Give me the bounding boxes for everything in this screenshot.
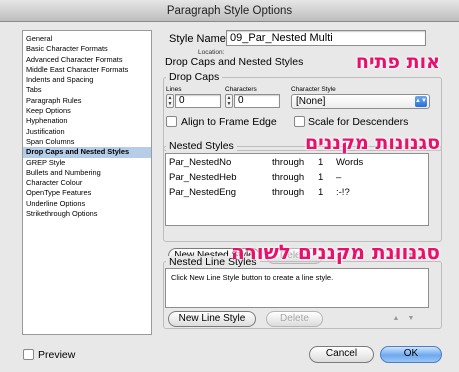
char-style-popup[interactable]: [None] ▲▼ xyxy=(291,94,430,109)
ok-button[interactable]: OK xyxy=(380,346,442,363)
sidebar-item[interactable]: Bullets and Numbering xyxy=(23,168,151,178)
sidebar-item[interactable]: Indents and Spacing xyxy=(23,75,151,85)
nested-through: through xyxy=(272,172,305,183)
sidebar-item[interactable]: Strikethrough Options xyxy=(23,209,151,219)
sidebar-item[interactable]: Hyphenation xyxy=(23,116,151,126)
nested-count: 1 xyxy=(318,157,324,168)
lines-input[interactable]: 0 xyxy=(175,94,221,108)
table-row[interactable]: Par_NestedEng through 1 :-!? xyxy=(166,186,428,199)
line-style-hint: Click New Line Style button to create a … xyxy=(171,273,334,282)
window-title: Paragraph Style Options xyxy=(166,4,293,17)
section-title: Drop Caps and Nested Styles xyxy=(165,56,304,68)
drop-caps-title: Drop Caps xyxy=(166,71,223,83)
nested-style-name: Par_NestedNo xyxy=(169,157,232,168)
style-name-label: Style Name: xyxy=(169,33,229,45)
style-name-input[interactable]: 09_Par_Nested Multi xyxy=(226,30,426,46)
sidebar-item[interactable]: Middle East Character Formats xyxy=(23,65,151,75)
sidebar-item[interactable]: Drop Caps and Nested Styles xyxy=(23,147,151,158)
scale-descenders-label: Scale for Descenders xyxy=(308,116,409,128)
new-line-style-button[interactable]: New Line Style xyxy=(168,311,256,327)
sidebar-item[interactable]: Character Colour xyxy=(23,178,151,188)
sidebar-item[interactable]: Keep Options xyxy=(23,106,151,116)
scale-descenders-checkbox[interactable] xyxy=(294,116,305,127)
nested-line-styles-table[interactable]: Click New Line Style button to create a … xyxy=(165,268,429,308)
nested-delimiter: – xyxy=(336,172,342,183)
line-move-down-icon[interactable]: ▼ xyxy=(405,313,417,324)
nested-delimiter: :-!? xyxy=(336,187,350,198)
nested-style-name: Par_NestedHeb xyxy=(169,172,237,183)
nested-styles-table[interactable]: Par_NestedNo through 1 Words Par_NestedHeb t… xyxy=(165,153,429,226)
char-style-value: [None] xyxy=(296,96,326,107)
lines-stepper-icon[interactable]: ▲ ▼ xyxy=(166,94,174,108)
nested-through: through xyxy=(272,157,305,168)
popup-arrows-icon: ▲▼ xyxy=(415,96,427,107)
characters-input[interactable]: 0 xyxy=(234,94,280,108)
preview-checkbox[interactable] xyxy=(23,349,34,360)
characters-stepper-icon[interactable]: ▲ ▼ xyxy=(225,94,233,108)
sidebar-item[interactable]: OpenType Features xyxy=(23,188,151,198)
line-styles-annotation: סגנוונת מקננים לשורה xyxy=(230,240,440,264)
nested-style-name: Par_NestedEng xyxy=(169,187,237,198)
sidebar-item[interactable]: Tabs xyxy=(23,85,151,95)
lines-label: Lines xyxy=(166,86,182,93)
category-list[interactable]: General Basic Character Formats Advanced C… xyxy=(22,30,152,335)
align-frame-checkbox[interactable] xyxy=(166,116,177,127)
sidebar-item[interactable]: General xyxy=(23,34,151,44)
nested-count: 1 xyxy=(318,187,324,198)
sidebar-item[interactable]: Basic Character Formats xyxy=(23,44,151,54)
nested-styles-annotation: סגנונות מקננים xyxy=(304,132,440,154)
window-titlebar: Paragraph Style Options xyxy=(0,0,459,22)
sidebar-item[interactable]: Advanced Character Formats xyxy=(23,55,151,65)
nested-count: 1 xyxy=(318,172,324,183)
drop-caps-annotation: אות פתיח xyxy=(355,51,440,73)
nested-through: through xyxy=(272,187,305,198)
cancel-button[interactable]: Cancel xyxy=(309,346,374,363)
nested-styles-title: Nested Styles xyxy=(166,140,237,152)
sidebar-item[interactable]: Paragraph Rules xyxy=(23,96,151,106)
sidebar-item[interactable]: Span Columns xyxy=(23,137,151,147)
line-move-up-icon[interactable]: ▲ xyxy=(390,313,402,324)
nested-delimiter: Words xyxy=(336,157,364,168)
characters-label: Characters xyxy=(225,86,257,93)
sidebar-item[interactable]: Underline Options xyxy=(23,199,151,209)
table-row[interactable]: Par_NestedNo through 1 Words xyxy=(166,156,428,169)
sidebar-item[interactable]: Justification xyxy=(23,127,151,137)
location-label: Location: xyxy=(198,49,225,56)
sidebar-item[interactable]: GREP Style xyxy=(23,158,151,168)
delete-line-style-button[interactable]: Delete xyxy=(266,311,323,327)
table-row[interactable]: Par_NestedHeb through 1 – xyxy=(166,171,428,184)
align-frame-label: Align to Frame Edge xyxy=(181,116,277,128)
char-style-label: Character Style xyxy=(291,86,336,93)
preview-label: Preview xyxy=(38,349,76,361)
